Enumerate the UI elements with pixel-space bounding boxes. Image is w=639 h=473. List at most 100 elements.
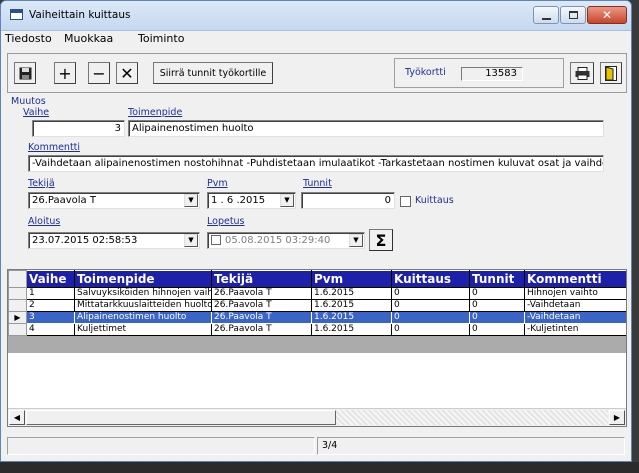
cell-kommentti[interactable]: -Vaihdetaan <box>524 299 626 312</box>
tekija-value: 26.Paavola T <box>32 195 96 206</box>
column-header-pvm[interactable]: Pvm <box>311 270 392 288</box>
minimize-icon <box>542 18 551 20</box>
cell-vaihe[interactable]: 2 <box>26 299 75 312</box>
cell-kuittaus[interactable]: 0 <box>391 299 470 312</box>
minimize-button[interactable] <box>533 6 559 24</box>
tyokortti-panel: Työkortti 13583 <box>394 58 564 88</box>
table-row[interactable]: 4 Kuljettimet 26.Paavola T 1.6.2015 0 0 … <box>8 323 626 336</box>
add-button[interactable]: + <box>54 62 76 84</box>
cell-toimenpide[interactable]: Mittatarkkuuslaitteiden huolto <box>74 299 212 312</box>
row-selector[interactable] <box>8 299 27 312</box>
maximize-icon <box>569 11 578 19</box>
kommentti-field[interactable]: -Vaihdetaan alipainenostimen nostohihnat… <box>28 155 604 172</box>
aloitus-dropdown[interactable]: 23.07.2015 02:58:53 ▼ <box>28 232 200 249</box>
steps-table: Vaihe Toimenpide Tekijä Pvm Kuittaus Tun… <box>8 270 626 336</box>
cell-pvm[interactable]: 1.6.2015 <box>311 323 392 336</box>
main-window: Vaiheittain kuittaus ✕ Tiedosto Muokkaa … <box>0 0 632 462</box>
cell-vaihe[interactable]: 4 <box>26 323 75 336</box>
title-bar[interactable]: Vaiheittain kuittaus ✕ <box>1 1 631 31</box>
scroll-thumb[interactable] <box>26 410 336 425</box>
scroll-left-icon[interactable]: ◀ <box>9 410 25 425</box>
row-indicator-icon[interactable]: ▶ <box>8 311 27 324</box>
column-header-kommentti[interactable]: Kommentti <box>524 270 626 288</box>
window-title: Vaiheittain kuittaus <box>29 9 131 21</box>
exit-button[interactable] <box>600 62 622 84</box>
print-button[interactable] <box>570 62 594 84</box>
kuittaus-checkbox[interactable] <box>400 196 411 207</box>
cell-toimenpide[interactable]: Alipainenostimen huolto <box>74 311 212 324</box>
column-header-toimenpide[interactable]: Toimenpide <box>74 270 212 288</box>
transfer-hours-button[interactable]: Siirrä tunnit työkortille <box>153 62 273 84</box>
cell-vaihe[interactable]: 3 <box>26 311 75 324</box>
background-strip <box>0 462 639 473</box>
table-row[interactable]: 2 Mittatarkkuuslaitteiden huolto 26.Paav… <box>8 299 626 312</box>
cell-kommentti[interactable]: -Vaihdetaan <box>524 311 626 324</box>
table-row-selected[interactable]: ▶ 3 Alipainenostimen huolto 26.Paavola T… <box>8 311 626 324</box>
cell-tunnit[interactable]: 0 <box>469 287 525 300</box>
sum-button[interactable]: Σ <box>369 229 393 251</box>
cell-kommentti[interactable]: Hihnojen vaihto <box>524 287 626 300</box>
chevron-down-icon[interactable]: ▼ <box>184 194 198 207</box>
column-header-tunnit[interactable]: Tunnit <box>469 270 525 288</box>
status-bar: 3/4 <box>7 437 627 455</box>
printer-icon <box>575 66 589 80</box>
table-header-row: Vaihe Toimenpide Tekijä Pvm Kuittaus Tun… <box>8 270 626 288</box>
toimenpide-label: Toimenpide <box>128 107 183 118</box>
chevron-down-icon[interactable]: ▼ <box>280 194 294 207</box>
kuittaus-label: Kuittaus <box>415 195 454 206</box>
cell-tekija[interactable]: 26.Paavola T <box>211 287 312 300</box>
menu-toiminto[interactable]: Toiminto <box>138 32 184 45</box>
pvm-datepicker[interactable]: 1 . 6 .2015 ▼ <box>207 192 296 209</box>
maximize-button[interactable] <box>560 6 586 24</box>
menu-muokkaa[interactable]: Muokkaa <box>64 32 113 45</box>
muutos-group: Muutos Vaihe 3 Toimenpide Alipainenostim… <box>7 96 627 261</box>
cell-tunnit[interactable]: 0 <box>469 311 525 324</box>
cell-toimenpide[interactable]: Salvuyksiköiden hihnojen vaihto <box>74 287 212 300</box>
grid-empty-area <box>8 353 626 408</box>
menu-tiedosto[interactable]: Tiedosto <box>5 32 52 45</box>
toolbar: + − ✕ Siirrä tunnit työkortille Työkortt… <box>7 53 627 93</box>
muutos-title: Muutos <box>11 96 46 107</box>
menu-bar: Tiedosto Muokkaa Toiminto <box>1 31 631 47</box>
x-icon: ✕ <box>120 63 134 83</box>
cell-tunnit[interactable]: 0 <box>469 299 525 312</box>
lopetus-label: Lopetus <box>207 216 245 227</box>
cell-pvm[interactable]: 1.6.2015 <box>311 311 392 324</box>
cell-tekija[interactable]: 26.Paavola T <box>211 323 312 336</box>
column-header-vaihe[interactable]: Vaihe <box>26 270 75 288</box>
column-header-tekija[interactable]: Tekijä <box>211 270 312 288</box>
cell-kuittaus[interactable]: 0 <box>391 287 470 300</box>
chevron-down-icon[interactable]: ▼ <box>184 234 198 247</box>
remove-button[interactable]: − <box>88 62 110 84</box>
cell-kommentti[interactable]: -Kuljetinten <box>524 323 626 336</box>
column-header-kuittaus[interactable]: Kuittaus <box>391 270 470 288</box>
save-button[interactable] <box>14 62 36 84</box>
horizontal-scrollbar[interactable]: ◀ ▶ <box>8 408 626 426</box>
tyokortti-value: 13583 <box>461 67 523 81</box>
cell-tekija[interactable]: 26.Paavola T <box>211 299 312 312</box>
vaihe-field[interactable]: 3 <box>32 120 125 137</box>
cell-vaihe[interactable]: 1 <box>26 287 75 300</box>
tunnit-field[interactable]: 0 <box>301 192 395 209</box>
cell-pvm[interactable]: 1.6.2015 <box>311 287 392 300</box>
delete-button[interactable]: ✕ <box>116 62 138 84</box>
row-selector[interactable] <box>8 323 27 336</box>
table-row[interactable]: 1 Salvuyksiköiden hihnojen vaihto 26.Paa… <box>8 287 626 300</box>
cell-toimenpide[interactable]: Kuljettimet <box>74 323 212 336</box>
lopetus-dropdown[interactable]: 05.08.2015 03:29:40 ▼ <box>207 232 365 249</box>
minus-icon: − <box>92 63 106 83</box>
tekija-dropdown[interactable]: 26.Paavola T ▼ <box>28 192 200 209</box>
cell-kuittaus[interactable]: 0 <box>391 311 470 324</box>
lopetus-value: 05.08.2015 03:29:40 <box>225 235 331 246</box>
cell-kuittaus[interactable]: 0 <box>391 323 470 336</box>
close-button[interactable]: ✕ <box>587 6 627 24</box>
toimenpide-field[interactable]: Alipainenostimen huolto <box>128 120 604 137</box>
cell-tekija[interactable]: 26.Paavola T <box>211 311 312 324</box>
row-selector[interactable] <box>8 287 27 300</box>
chevron-down-icon[interactable]: ▼ <box>349 234 363 247</box>
cell-tunnit[interactable]: 0 <box>469 323 525 336</box>
cell-pvm[interactable]: 1.6.2015 <box>311 299 392 312</box>
scroll-right-icon[interactable]: ▶ <box>609 410 625 425</box>
lopetus-checkbox[interactable] <box>211 235 221 245</box>
pvm-value: 1 . 6 .2015 <box>211 195 266 206</box>
